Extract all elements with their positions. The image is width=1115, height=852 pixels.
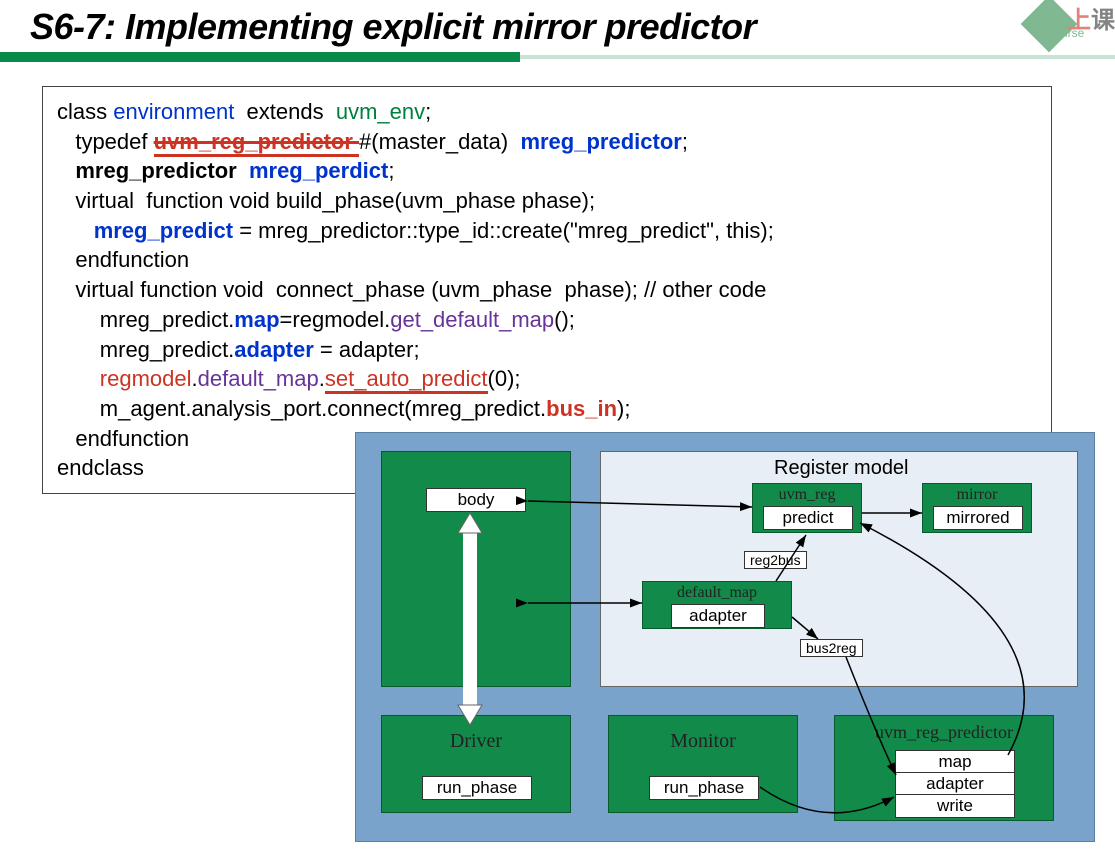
code-l1c: extends	[234, 99, 336, 124]
code-l11a: m_agent.analysis_port.connect(mreg_predi…	[57, 396, 546, 421]
driver-label: Driver	[382, 730, 570, 753]
code-l1b: environment	[113, 99, 234, 124]
block-diagram: Register model body uvm_reg predict mirr…	[355, 432, 1095, 842]
code-l9b: adapter	[234, 337, 313, 362]
monitor-run-phase: run_phase	[649, 776, 759, 800]
code-l8a: mreg_predict.	[57, 307, 234, 332]
code-l5a	[57, 218, 94, 243]
code-l5b: mreg_predict	[94, 218, 233, 243]
predict-label: predict	[763, 506, 853, 530]
adapter-label: adapter	[671, 604, 765, 628]
code-l1d: uvm_env	[336, 99, 425, 124]
uvm-reg-label: uvm_reg	[753, 486, 861, 504]
code-l10f-underline: set_auto_predict	[325, 366, 488, 394]
code-l10b: regmodel	[100, 366, 192, 391]
code-l2e: ;	[682, 129, 688, 154]
code-l3c: mreg_perdict	[249, 158, 388, 183]
code-l1a: class	[57, 99, 113, 124]
code-l2d: mreg_predictor	[520, 129, 681, 154]
code-l11b: bus_in	[546, 396, 617, 421]
code-l2b-strike: uvm_reg_predictor	[154, 129, 359, 157]
code-l10d: default_map	[198, 366, 319, 391]
body-container: body	[381, 451, 571, 687]
predictor-map: map	[895, 750, 1015, 774]
code-l2a: typedef	[57, 129, 154, 154]
bus2reg-tag: bus2reg	[800, 639, 863, 657]
predictor-adapter: adapter	[895, 772, 1015, 796]
register-model-title: Register model	[774, 457, 909, 480]
monitor-label: Monitor	[609, 730, 797, 753]
code-l10a	[57, 366, 100, 391]
mirror-box: mirror mirrored	[922, 483, 1032, 533]
reg2bus-tag: reg2bus	[744, 551, 807, 569]
code-l8b: map	[234, 307, 279, 332]
code-l10e: .	[319, 366, 325, 391]
code-l3a	[57, 158, 75, 183]
code-l10g: (0);	[488, 366, 521, 391]
watermark-logo: 上 课 irse	[1021, 0, 1115, 48]
mirror-label: mirror	[923, 486, 1031, 504]
mirrored-label: mirrored	[933, 506, 1023, 530]
code-l6: endfunction	[57, 245, 1041, 275]
default-map-box: default_map adapter	[642, 581, 792, 629]
code-l8d: get_default_map	[390, 307, 554, 332]
code-l3d: ;	[388, 158, 394, 183]
code-l8e: ();	[554, 307, 575, 332]
default-map-label: default_map	[643, 584, 791, 602]
code-l11c: );	[617, 396, 630, 421]
logo-char-2: 课	[1091, 0, 1115, 35]
uvm-reg-predictor-box: uvm_reg_predictor map adapter write	[834, 715, 1054, 821]
title-underline	[0, 52, 1115, 62]
code-l7: virtual function void connect_phase (uvm…	[57, 275, 1041, 305]
slide-title: S6-7: Implementing explicit mirror predi…	[0, 0, 1115, 48]
uvm-reg-box: uvm_reg predict	[752, 483, 862, 533]
logo-sub: irse	[1065, 26, 1084, 40]
monitor-box: Monitor run_phase	[608, 715, 798, 813]
code-l9c: = adapter;	[314, 337, 420, 362]
code-l8c: =regmodel.	[280, 307, 391, 332]
code-l2c: #(master_data)	[359, 129, 520, 154]
body-label: body	[426, 488, 526, 512]
driver-box: Driver run_phase	[381, 715, 571, 813]
uvm-reg-predictor-label: uvm_reg_predictor	[835, 722, 1053, 743]
predictor-write: write	[895, 794, 1015, 818]
code-l9a: mreg_predict.	[57, 337, 234, 362]
code-l4: virtual function void build_phase(uvm_ph…	[57, 186, 1041, 216]
code-l1e: ;	[425, 99, 431, 124]
driver-run-phase: run_phase	[422, 776, 532, 800]
code-l3b: mreg_predictor	[75, 158, 249, 183]
code-l5c: = mreg_predictor::type_id::create("mreg_…	[233, 218, 774, 243]
